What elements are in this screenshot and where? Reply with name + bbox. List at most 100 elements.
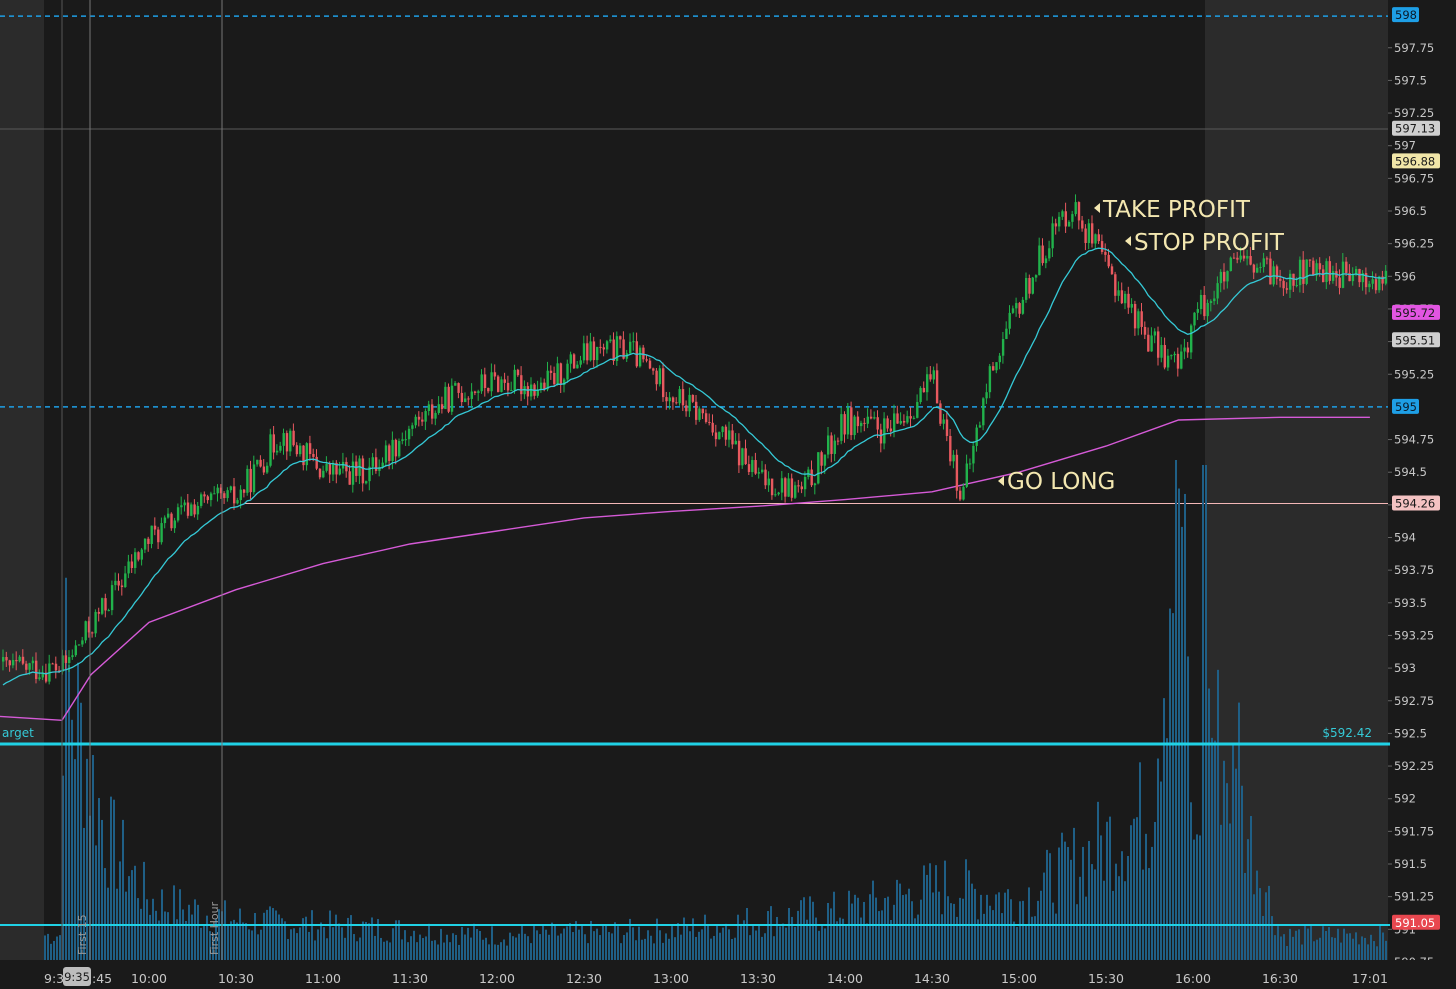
volume-bar xyxy=(836,921,838,960)
candle-body xyxy=(935,370,939,404)
candle-body xyxy=(391,439,394,461)
volume-bar xyxy=(1229,823,1231,960)
price-tick-label: 592 xyxy=(1394,792,1416,806)
candle-body xyxy=(421,419,424,422)
candle-body xyxy=(701,408,704,414)
volume-bar xyxy=(728,929,730,960)
candle-body xyxy=(1236,257,1239,260)
candle-body xyxy=(978,425,982,428)
volume-bar xyxy=(65,577,67,960)
volume-bar xyxy=(722,927,724,960)
go-long-annotation: GO LONG xyxy=(998,469,1115,495)
candle-body xyxy=(242,489,246,493)
volume-bar xyxy=(1340,942,1342,960)
time-tick-label: 14:00 xyxy=(827,971,863,986)
candle-body xyxy=(605,341,609,350)
volume-bar xyxy=(1169,608,1171,960)
candle-body xyxy=(1196,309,1199,313)
candle-body xyxy=(1305,259,1308,284)
candle-body xyxy=(140,549,143,560)
candle-body xyxy=(101,598,104,614)
candle-body xyxy=(843,414,846,435)
candle-body xyxy=(1282,280,1285,289)
volume-bar xyxy=(1226,783,1228,960)
candle-body xyxy=(473,391,477,393)
volume-bar xyxy=(1313,941,1315,960)
price-tick-label: 591.25 xyxy=(1394,890,1434,904)
volume-bar xyxy=(1061,832,1063,960)
volume-bar xyxy=(416,942,418,960)
volume-bar xyxy=(818,930,820,960)
candle-body xyxy=(803,477,807,490)
time-axis[interactable]: 10:00 10:30 11:00 11:30 12:00 12:30 13:00 13:30… xyxy=(131,971,1388,986)
candle-body xyxy=(592,341,596,361)
candle-body xyxy=(1001,338,1005,356)
candle-body xyxy=(1061,211,1064,217)
candle-body xyxy=(688,394,691,412)
candle-body xyxy=(127,561,130,574)
candle-body xyxy=(266,465,269,473)
volume-bar xyxy=(923,865,925,960)
candle-body xyxy=(1025,277,1028,300)
price-tick-label: 597.5 xyxy=(1394,73,1427,87)
volume-bar xyxy=(536,930,538,960)
candle-body xyxy=(272,434,275,453)
volume-bar xyxy=(542,924,544,960)
candle-body xyxy=(1071,214,1074,222)
volume-bar xyxy=(1130,825,1132,960)
volume-bar xyxy=(800,900,802,960)
volume-bar xyxy=(689,931,691,960)
candle-body xyxy=(1054,223,1058,227)
volume-bar xyxy=(398,920,400,960)
candle-body xyxy=(1048,248,1051,259)
volume-bar xyxy=(110,796,112,960)
candle-body xyxy=(794,485,797,498)
time-tick-label: 12:30 xyxy=(566,971,602,986)
price-tick-label: 594.75 xyxy=(1394,433,1434,447)
volume-bar xyxy=(1073,827,1075,960)
candle-body xyxy=(1110,266,1114,275)
price-tick-label: 594.5 xyxy=(1394,465,1427,479)
volume-bar xyxy=(788,907,790,960)
candle-body xyxy=(239,489,242,501)
candle-body xyxy=(939,403,942,424)
volume-bar xyxy=(1100,835,1102,960)
volume-bar xyxy=(662,942,664,960)
volume-bar xyxy=(290,929,292,960)
price-chart[interactable]: First 15 First Hour TAKE PROFIT STOP PRO… xyxy=(0,0,1456,989)
volume-bar xyxy=(335,914,337,960)
candle-body xyxy=(497,376,500,392)
volume-bar xyxy=(458,944,460,960)
volume-bar xyxy=(881,910,883,960)
volume-bar xyxy=(785,927,787,960)
candle-body xyxy=(431,404,434,419)
volume-bar xyxy=(896,879,898,960)
volume-bar xyxy=(677,923,679,960)
candle-body xyxy=(457,383,460,393)
time-tick-label: 12:00 xyxy=(479,971,515,986)
candle-body xyxy=(1087,223,1091,244)
candle-body xyxy=(952,454,955,462)
candle-body xyxy=(1137,311,1140,329)
volume-bar xyxy=(572,932,574,960)
candle-body xyxy=(180,505,183,508)
chart-container[interactable]: First 15 First Hour TAKE PROFIT STOP PRO… xyxy=(0,0,1456,989)
volume-bar xyxy=(1010,899,1012,960)
candle-body xyxy=(404,439,407,441)
volume-bar xyxy=(935,865,937,960)
volume-bar xyxy=(452,933,454,960)
candle-body xyxy=(345,461,348,472)
time-tick-label: 13:00 xyxy=(653,971,689,986)
candle-body xyxy=(193,504,196,515)
volume-bar xyxy=(1127,856,1129,960)
volume-bar xyxy=(866,923,868,960)
volume-bar xyxy=(1361,936,1363,960)
volume-bar xyxy=(47,933,49,960)
candle-body xyxy=(1143,326,1147,335)
candle-body xyxy=(1209,301,1213,303)
candle-body xyxy=(1229,257,1232,272)
price-tick-label: 596 xyxy=(1394,269,1416,283)
candle-body xyxy=(596,346,599,361)
candle-body xyxy=(299,445,302,455)
volume-bar xyxy=(623,935,625,960)
